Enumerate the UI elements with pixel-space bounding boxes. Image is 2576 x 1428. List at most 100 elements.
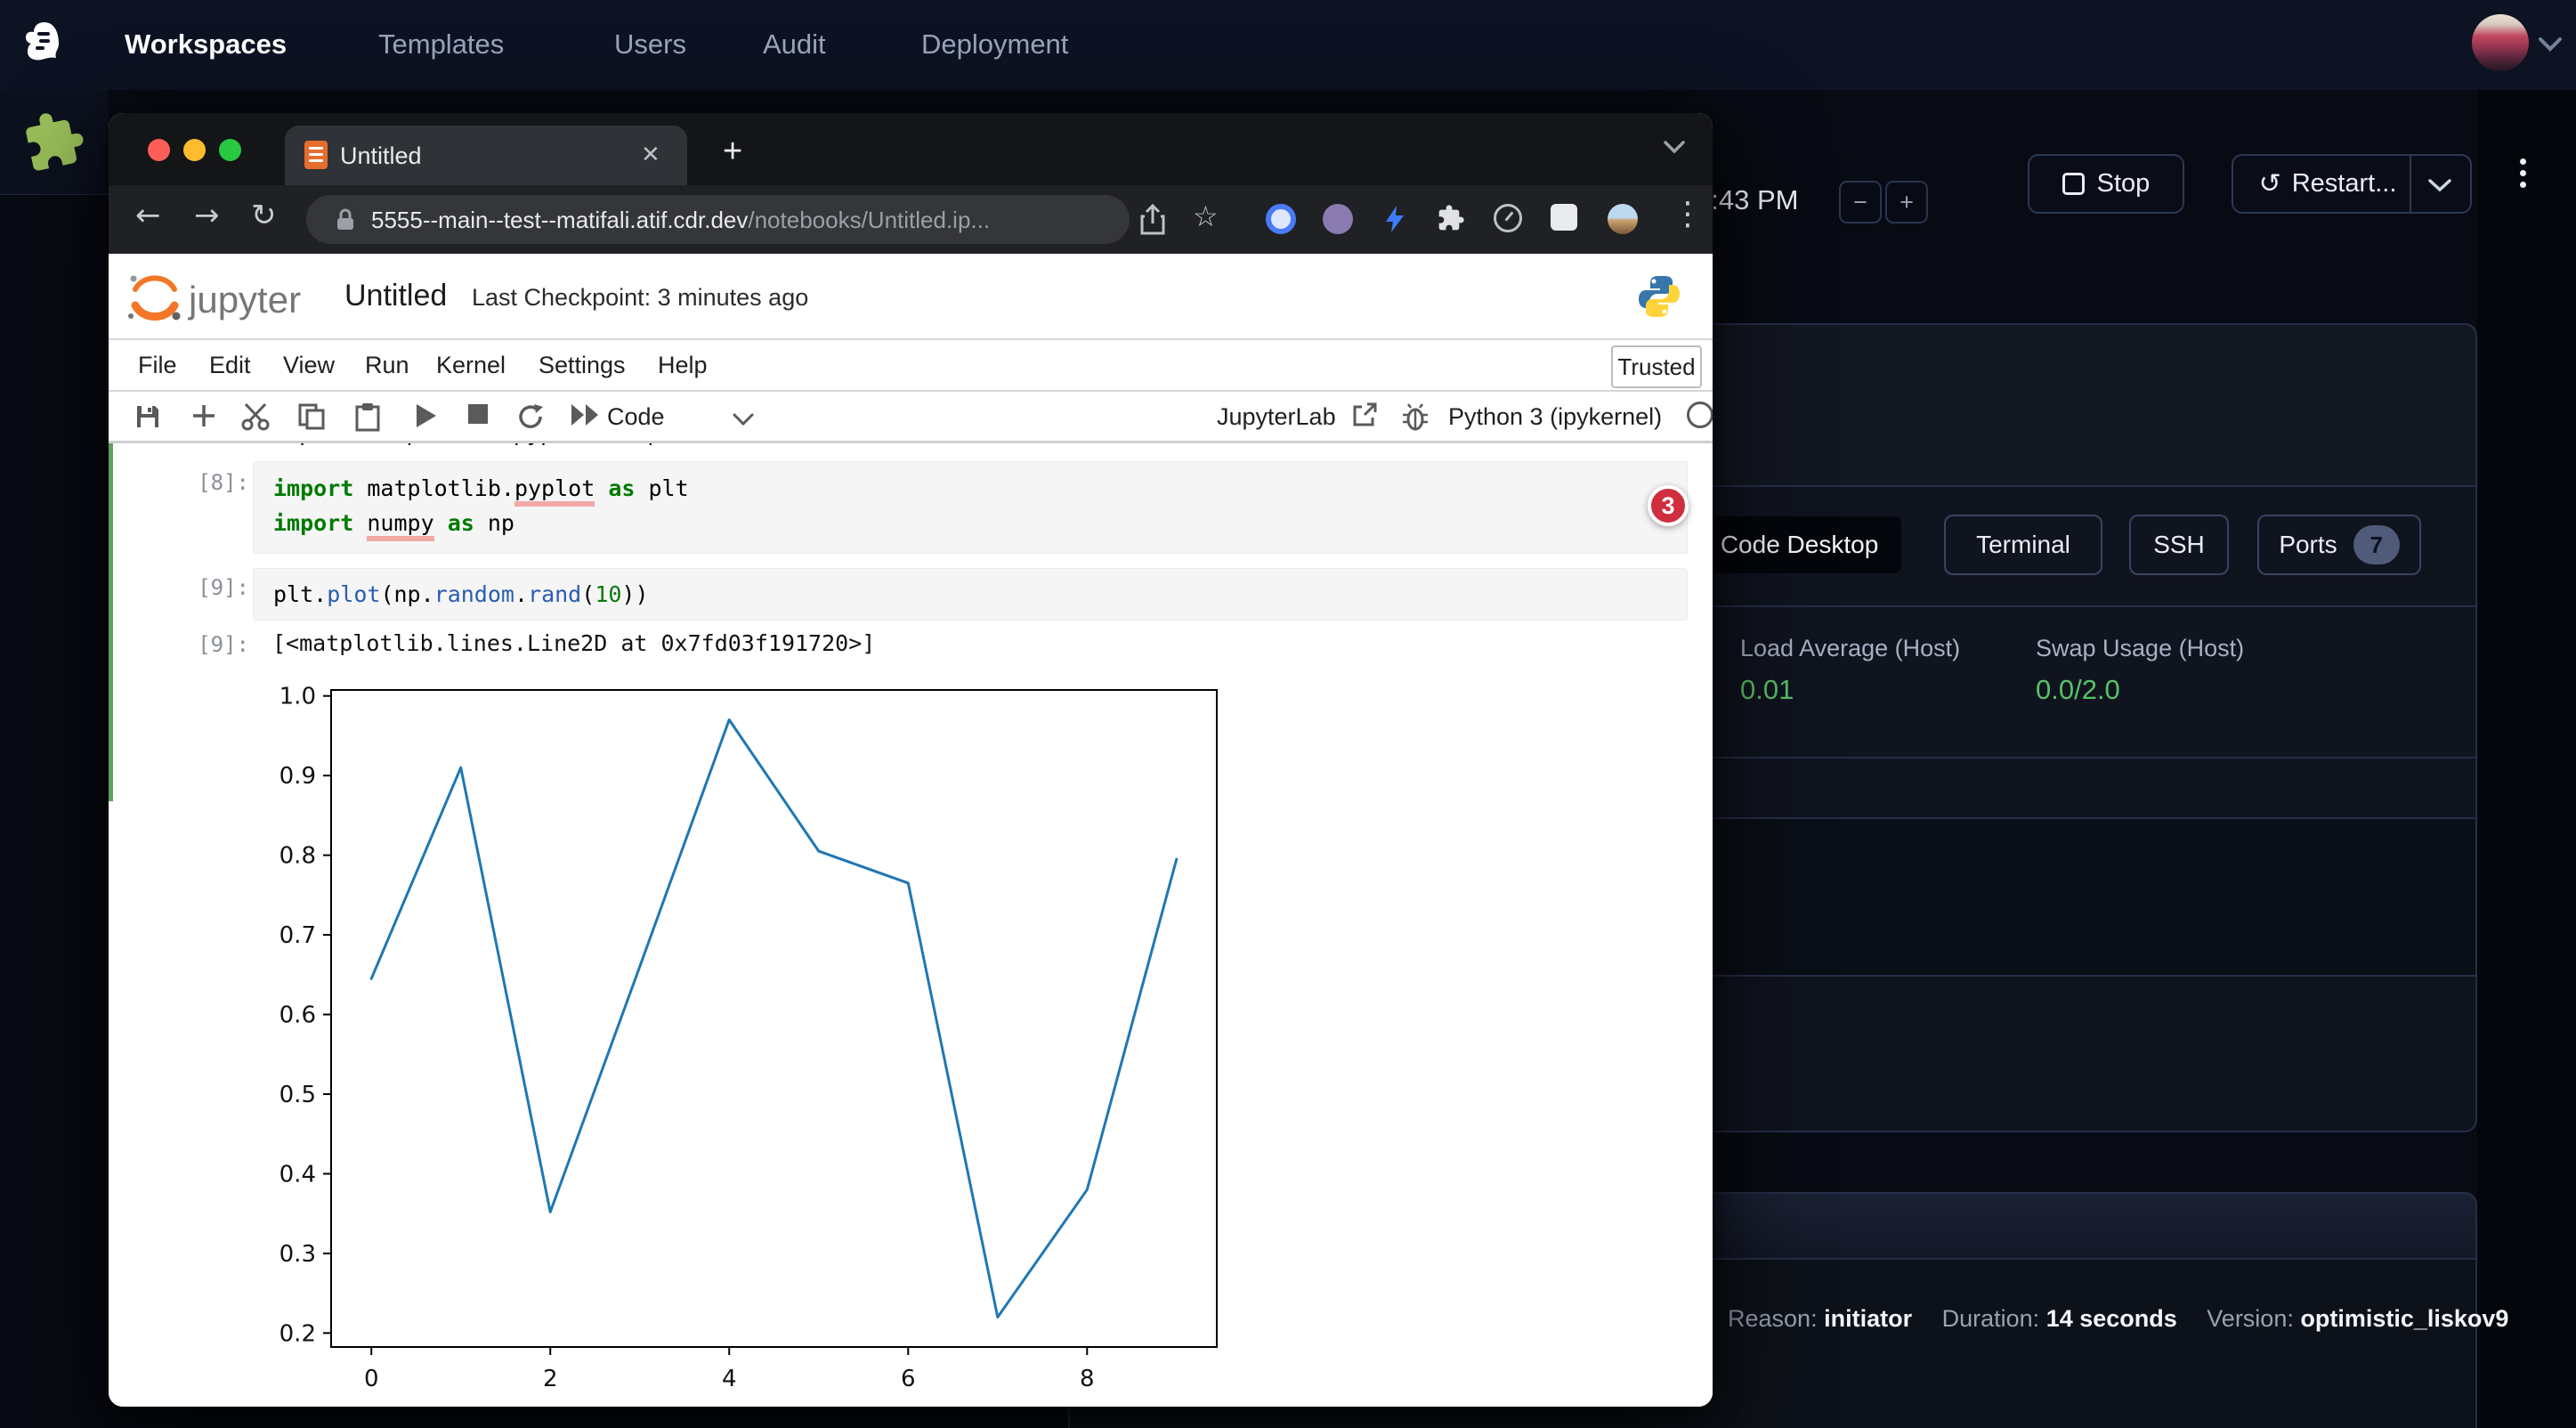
nav-item-workspaces[interactable]: Workspaces (125, 28, 287, 61)
zoom-in-button[interactable]: + (1885, 181, 1928, 223)
app-side-panel (0, 90, 109, 195)
code-token (595, 475, 608, 501)
code-cell-input[interactable]: import matplotlib.pyplot as pltimport nu… (253, 461, 1688, 554)
cell-prompt: [9]: (167, 575, 249, 600)
tab-search-chevron-icon[interactable] (1662, 138, 1687, 156)
menu-kernel[interactable]: Kernel (436, 352, 506, 379)
nav-item-audit[interactable]: Audit (763, 28, 826, 61)
chevron-down-icon[interactable] (2537, 34, 2564, 53)
copy-cell-icon[interactable] (297, 402, 326, 431)
app-button-label: Terminal (1976, 531, 2070, 559)
open-jupyterlab-link[interactable]: JupyterLab (1217, 403, 1336, 431)
extensions-puzzle-icon[interactable] (1437, 204, 1465, 232)
jupyter-logo: jupyter (125, 270, 329, 327)
puzzle-app-icon[interactable] (17, 103, 91, 177)
nav-item-templates[interactable]: Templates (378, 28, 504, 61)
stat-label-load: Load Average (Host) (1740, 635, 1960, 662)
code-line: import matplotlib.pyplot as plt (273, 471, 1687, 506)
window-maximize-button[interactable] (219, 139, 241, 161)
notification-count-badge[interactable]: 3 (1648, 485, 1689, 526)
svg-text:1.0: 1.0 (279, 684, 316, 710)
debugger-bug-icon[interactable] (1402, 402, 1429, 431)
ports-count-badge: 7 (2353, 525, 2400, 564)
button-divider (2410, 156, 2411, 212)
share-icon[interactable] (1139, 204, 1166, 236)
code-cell-input[interactable]: plt.plot(np.random.rand(10)) (253, 568, 1688, 621)
window-close-button[interactable] (148, 139, 170, 161)
top-navbar: Workspaces Templates Users Audit Deploym… (0, 0, 2576, 90)
svg-text:6: 6 (901, 1366, 916, 1391)
code-token (434, 510, 448, 536)
svg-text:0.7: 0.7 (279, 922, 316, 949)
app-button-terminal[interactable]: Terminal (1944, 515, 2102, 575)
user-avatar[interactable] (2472, 14, 2529, 71)
reload-button[interactable]: ↻ (251, 198, 277, 233)
menu-settings[interactable]: Settings (539, 352, 626, 379)
output-prompt: [9]: (167, 632, 249, 657)
app-button-label: SSH (2153, 531, 2205, 559)
browser-menu-icon[interactable]: ⋮ (1672, 196, 1704, 232)
kernel-name-label[interactable]: Python 3 (ipykernel) (1448, 403, 1662, 431)
forward-button[interactable]: → (194, 198, 220, 233)
extension-panel-icon[interactable] (1551, 204, 1577, 231)
interrupt-kernel-icon[interactable] (466, 402, 490, 426)
jupyter-menubar: File Edit View Run Kernel Settings Help … (109, 340, 1713, 392)
external-link-icon[interactable] (1352, 402, 1377, 427)
extension-bolt-icon[interactable] (1380, 204, 1410, 234)
restart-kernel-icon[interactable] (516, 402, 545, 431)
reason-value: initiator (1824, 1305, 1912, 1332)
cell-output-text: [<matplotlib.lines.Line2D at 0x7fd03f191… (272, 630, 875, 656)
duration-label: Duration: (1942, 1305, 2040, 1332)
back-button[interactable]: ← (135, 198, 161, 233)
address-bar[interactable]: 5555--main--test--matifali.atif.cdr.dev/… (306, 195, 1130, 244)
save-icon[interactable] (134, 402, 162, 431)
cell-type-select[interactable]: Code (607, 403, 665, 431)
version-label: Version: (2207, 1305, 2294, 1332)
jupyter-toolbar: Code JupyterLab Python 3 (ipykernel) (109, 392, 1713, 443)
app-button-ports[interactable]: Ports 7 (2257, 515, 2421, 575)
new-tab-button[interactable]: + (723, 133, 742, 171)
app-button-ssh[interactable]: SSH (2129, 515, 2229, 575)
menu-edit[interactable]: Edit (209, 352, 251, 379)
jupyter-header: jupyter Untitled Last Checkpoint: 3 minu… (109, 254, 1713, 340)
app-button-label: Ports (2279, 531, 2337, 559)
add-cell-icon[interactable] (190, 402, 217, 429)
extension-github-icon[interactable] (1323, 204, 1353, 234)
notebook-body: import matplotlib.pyplot as plt [8]: imp… (109, 443, 1713, 1407)
browser-toolbar: ← → ↻ 5555--main--test--matifali.atif.cd… (109, 185, 1713, 254)
run-all-cells-icon[interactable] (570, 402, 602, 427)
window-minimize-button[interactable] (183, 139, 206, 161)
tab-close-icon[interactable]: ✕ (641, 142, 660, 168)
menu-help[interactable]: Help (658, 352, 708, 379)
run-cell-icon[interactable] (413, 402, 438, 429)
extension-gauge-icon[interactable] (1494, 204, 1522, 232)
workspace-menu-button[interactable] (2520, 158, 2526, 188)
restart-button[interactable]: ↺ Restart... (2232, 154, 2472, 214)
menu-view[interactable]: View (283, 352, 335, 379)
bookmark-star-icon[interactable]: ☆ (1193, 199, 1219, 233)
coder-logo-icon[interactable] (18, 20, 69, 69)
nav-item-deployment[interactable]: Deployment (921, 28, 1068, 61)
stop-button[interactable]: Stop (2028, 154, 2184, 214)
menu-file[interactable]: File (138, 352, 177, 379)
svg-text:0.8: 0.8 (279, 843, 316, 870)
cut-cell-icon[interactable] (240, 402, 271, 431)
cell-type-chevron-icon[interactable] (732, 411, 755, 427)
code-line: plt.plot(np.random.rand(10)) (273, 577, 1687, 612)
menu-run[interactable]: Run (365, 352, 409, 379)
svg-text:0.6: 0.6 (279, 1002, 316, 1029)
paste-cell-icon[interactable] (354, 402, 381, 433)
browser-tab[interactable]: Untitled ✕ (285, 126, 687, 185)
notebook-title[interactable]: Untitled (344, 279, 447, 313)
extension-1password-icon[interactable] (1266, 204, 1296, 234)
zoom-out-button[interactable]: − (1839, 181, 1882, 223)
browser-profile-avatar[interactable] (1608, 204, 1638, 234)
restart-options-chevron-icon[interactable] (2427, 177, 2452, 193)
code-token: as (608, 475, 635, 501)
trusted-button[interactable]: Trusted (1611, 345, 1702, 388)
code-line: import numpy as np (273, 506, 1687, 540)
page-gutter (2477, 90, 2576, 1428)
code-token: rand (528, 581, 581, 607)
code-token: )) (621, 581, 648, 607)
nav-item-users[interactable]: Users (614, 28, 686, 61)
